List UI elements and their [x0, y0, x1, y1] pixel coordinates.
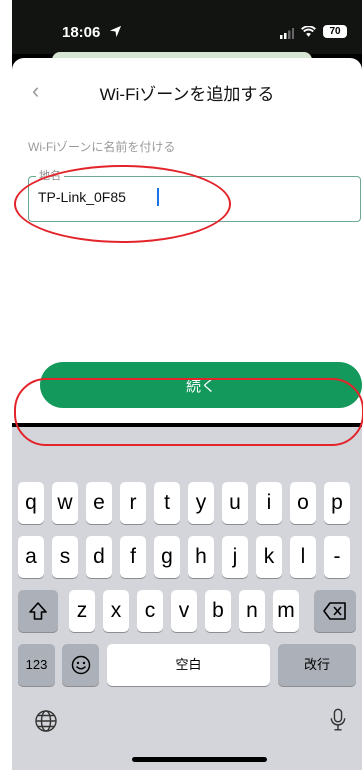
- key-g[interactable]: g: [154, 536, 180, 578]
- key-z[interactable]: z: [69, 590, 95, 632]
- key-dash[interactable]: -: [324, 536, 350, 578]
- key-a[interactable]: a: [18, 536, 44, 578]
- key-o[interactable]: o: [290, 482, 316, 524]
- shift-icon: [29, 602, 47, 620]
- key-q[interactable]: q: [18, 482, 44, 524]
- return-key[interactable]: 改行: [278, 644, 356, 686]
- emoji-key[interactable]: [62, 644, 99, 686]
- key-h[interactable]: h: [188, 536, 214, 578]
- key-l[interactable]: l: [290, 536, 316, 578]
- place-name-value[interactable]: TP-Link_0F85: [38, 189, 126, 205]
- key-f[interactable]: f: [120, 536, 146, 578]
- key-n[interactable]: n: [239, 590, 265, 632]
- backspace-icon: [323, 602, 346, 620]
- place-name-label: 地名: [36, 167, 64, 183]
- key-p[interactable]: p: [324, 482, 350, 524]
- key-i[interactable]: i: [256, 482, 282, 524]
- text-caret: [157, 188, 159, 206]
- backspace-key[interactable]: [314, 590, 356, 632]
- field-caption: Wi-Fiゾーンに名前を付ける: [28, 140, 176, 154]
- key-u[interactable]: u: [222, 482, 248, 524]
- ios-keyboard: q w e r t y u i o p a s d f g h j k l -: [12, 427, 362, 770]
- location-arrow-icon: [109, 25, 122, 38]
- key-w[interactable]: w: [52, 482, 78, 524]
- key-e[interactable]: e: [86, 482, 112, 524]
- key-c[interactable]: c: [137, 590, 163, 632]
- page-title: Wi-Fiゾーンを追加する: [99, 85, 275, 104]
- space-key[interactable]: 空白: [107, 644, 270, 686]
- key-d[interactable]: d: [86, 536, 112, 578]
- key-x[interactable]: x: [103, 590, 129, 632]
- numbers-key[interactable]: 123: [18, 644, 55, 686]
- cellular-signal-icon: [280, 28, 294, 39]
- key-r[interactable]: r: [120, 482, 146, 524]
- microphone-icon[interactable]: [330, 708, 346, 732]
- status-bar: 18:06 70: [12, 0, 362, 54]
- key-b[interactable]: b: [205, 590, 231, 632]
- key-m[interactable]: m: [273, 590, 299, 632]
- continue-button[interactable]: 続く: [40, 362, 362, 408]
- key-s[interactable]: s: [52, 536, 78, 578]
- shift-key[interactable]: [18, 590, 58, 632]
- status-time: 18:06: [62, 24, 101, 41]
- key-k[interactable]: k: [256, 536, 282, 578]
- key-y[interactable]: y: [188, 482, 214, 524]
- key-t[interactable]: t: [154, 482, 180, 524]
- globe-icon[interactable]: [34, 709, 58, 733]
- emoji-icon: [71, 655, 90, 675]
- phone-screen: 18:06 70 ‹ Wi-Fiゾーンを追加する Wi-Fiゾーンに名前を付ける…: [12, 0, 362, 770]
- key-v[interactable]: v: [171, 590, 197, 632]
- key-j[interactable]: j: [222, 536, 248, 578]
- wifi-icon: [301, 26, 316, 37]
- battery-indicator: 70: [323, 25, 347, 38]
- home-indicator: [132, 757, 267, 762]
